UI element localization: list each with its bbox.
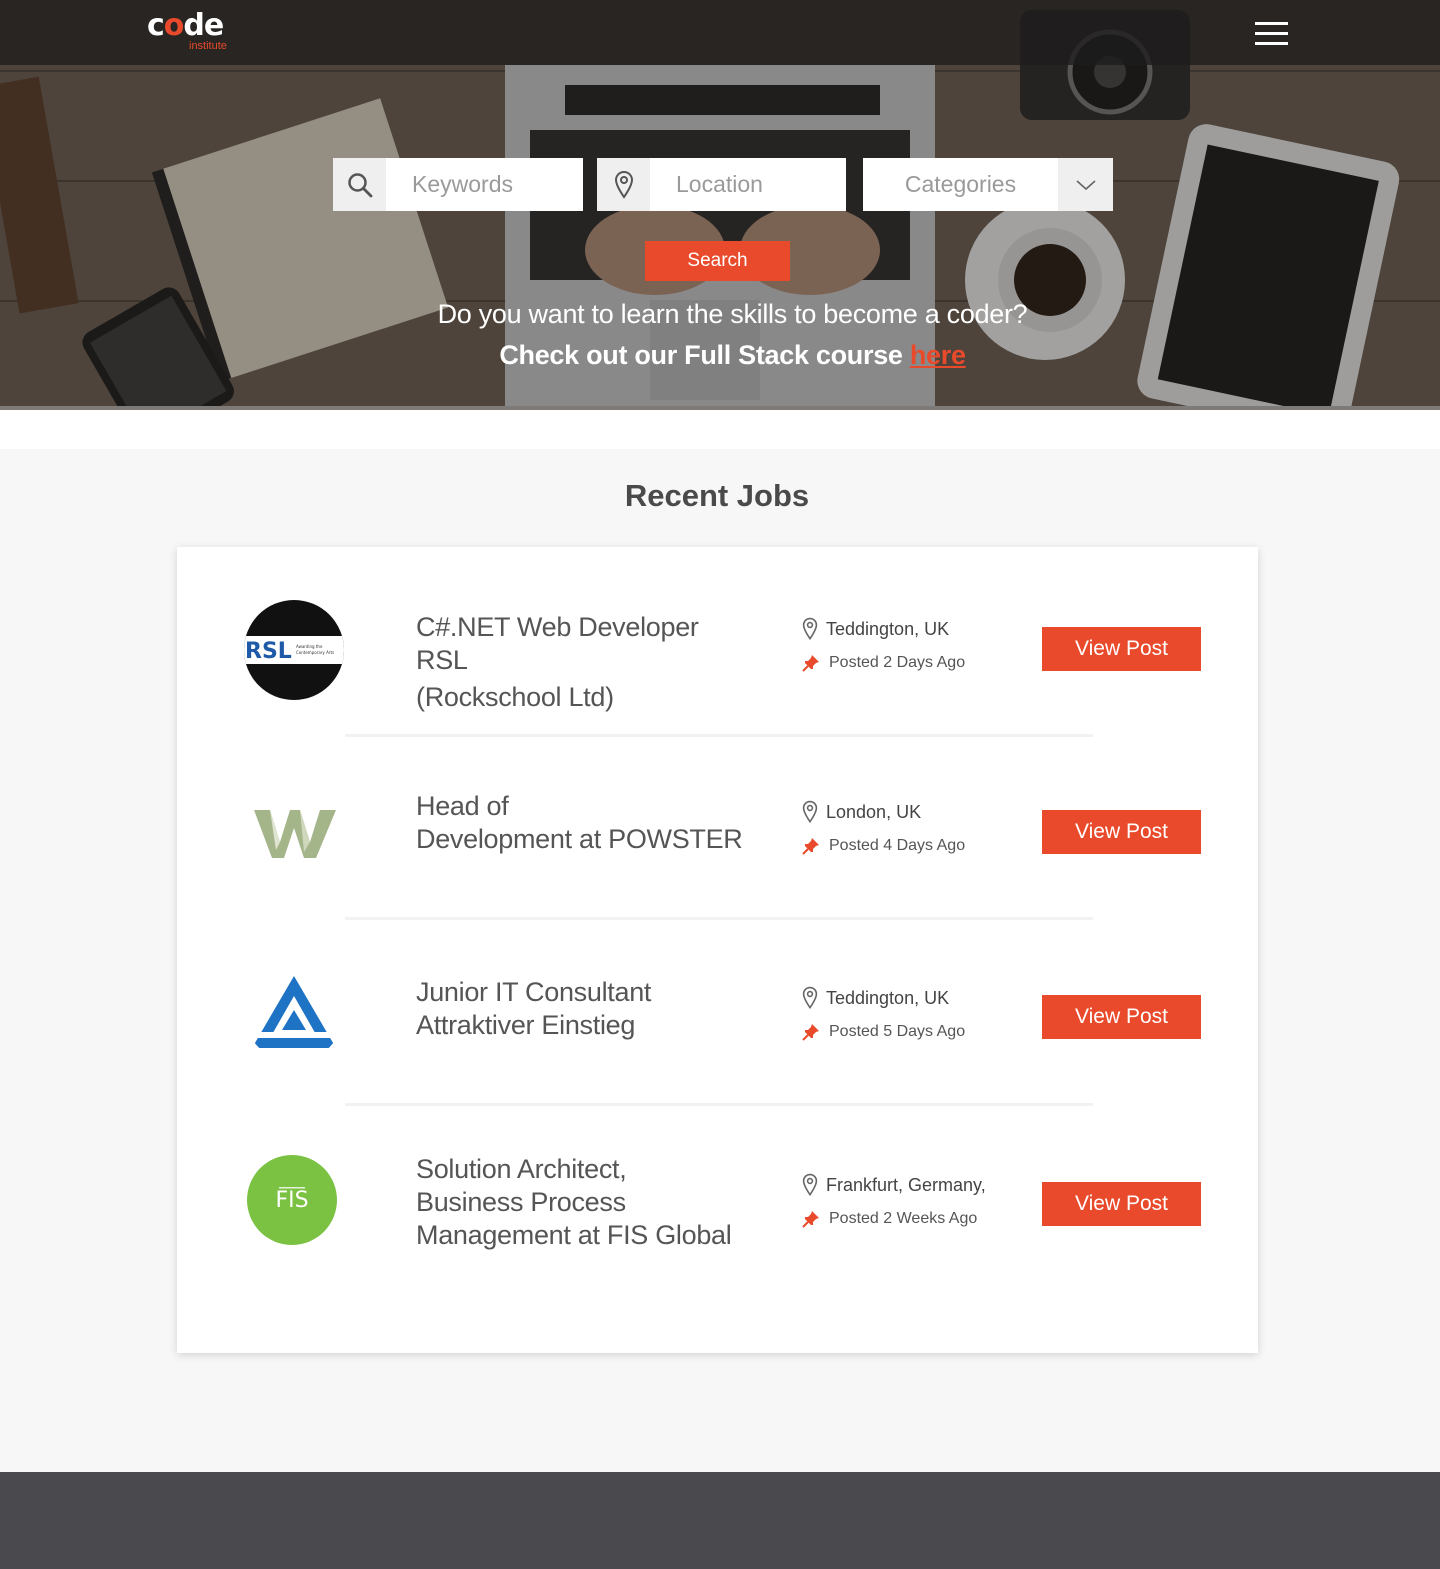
search-icon [333, 158, 386, 211]
pushpin-icon [802, 655, 819, 672]
promo-cta-text: Check out our Full Stack course [499, 340, 910, 370]
logo-wordmark: code [147, 8, 224, 43]
map-pin-icon [802, 617, 818, 640]
job-item: RSL Awarding the Contemporary Arts C#.NE… [177, 547, 1258, 730]
job-posted-date: Posted 5 Days Ago [802, 1023, 965, 1041]
fis-logo-text: FIS [275, 1188, 308, 1213]
svg-text:Contemporary Arts: Contemporary Arts [296, 650, 334, 655]
promo-cta: Check out our Full Stack course here [0, 340, 1440, 371]
job-title[interactable]: Solution Architect, Business Process Man… [416, 1153, 746, 1252]
location-field [597, 158, 846, 211]
hamburger-menu-icon[interactable] [1255, 22, 1288, 48]
job-item: Head of Development at POWSTER London, U… [177, 730, 1258, 913]
job-title[interactable]: Head of Development at POWSTER [416, 790, 746, 856]
powster-logo [244, 780, 344, 880]
job-location: Teddington, UK [802, 986, 949, 1010]
top-navbar: code institute [0, 0, 1440, 65]
keywords-field [333, 158, 583, 211]
svg-text:Awarding the: Awarding the [296, 644, 323, 649]
promo-question: Do you want to learn the skills to becom… [437, 299, 1028, 329]
hero-banner: code institute Categories Search Do you … [0, 0, 1440, 410]
rsl-logo: RSL Awarding the Contemporary Arts [244, 600, 344, 700]
recent-jobs-title: Recent Jobs [624, 478, 810, 513]
full-stack-course-link[interactable]: here [910, 340, 966, 370]
job-title[interactable]: Junior IT Consultant Attraktiver Einstie… [416, 976, 746, 1042]
job-posted-date: Posted 4 Days Ago [802, 837, 965, 855]
rsl-logo-text: RSL [245, 639, 292, 664]
page-footer [0, 1472, 1440, 1569]
map-pin-icon [802, 800, 818, 823]
map-pin-icon [802, 1173, 818, 1196]
view-post-button[interactable]: View Post [1042, 1182, 1201, 1226]
map-pin-icon [802, 986, 818, 1009]
pushpin-icon [802, 1024, 819, 1041]
categories-selected-value: Categories [904, 171, 1017, 197]
job-posted-date: Posted 2 Days Ago [802, 654, 965, 672]
code-institute-logo[interactable]: code institute [147, 8, 242, 54]
logo-subtitle: institute [189, 40, 227, 52]
job-posted-date: Posted 2 Weeks Ago [802, 1210, 977, 1228]
fis-logo: FIS [247, 1155, 337, 1245]
pushpin-icon [802, 838, 819, 855]
view-post-button[interactable]: View Post [1042, 627, 1201, 671]
job-item: Junior IT Consultant Attraktiver Einstie… [177, 916, 1258, 1099]
job-location: London, UK [802, 800, 921, 824]
job-item: FIS Solution Architect, Business Process… [177, 1103, 1258, 1286]
view-post-button[interactable]: View Post [1042, 995, 1201, 1039]
triangle-company-logo [244, 962, 344, 1062]
white-spacer [0, 410, 1440, 449]
location-input[interactable] [650, 158, 846, 211]
view-post-button[interactable]: View Post [1042, 810, 1201, 854]
job-location: Teddington, UK [802, 617, 949, 641]
recent-jobs-list: RSL Awarding the Contemporary Arts C#.NE… [177, 547, 1258, 1353]
keywords-input[interactable] [386, 158, 582, 211]
job-location: Frankfurt, Germany, [802, 1173, 986, 1197]
chevron-down-icon [1058, 158, 1113, 211]
job-title[interactable]: C#.NET Web Developer RSL (Rockschool Ltd… [416, 611, 746, 714]
search-button[interactable]: Search [645, 241, 790, 281]
categories-select[interactable]: Categories [863, 158, 1113, 211]
pushpin-icon [802, 1211, 819, 1228]
map-pin-icon [597, 158, 650, 211]
